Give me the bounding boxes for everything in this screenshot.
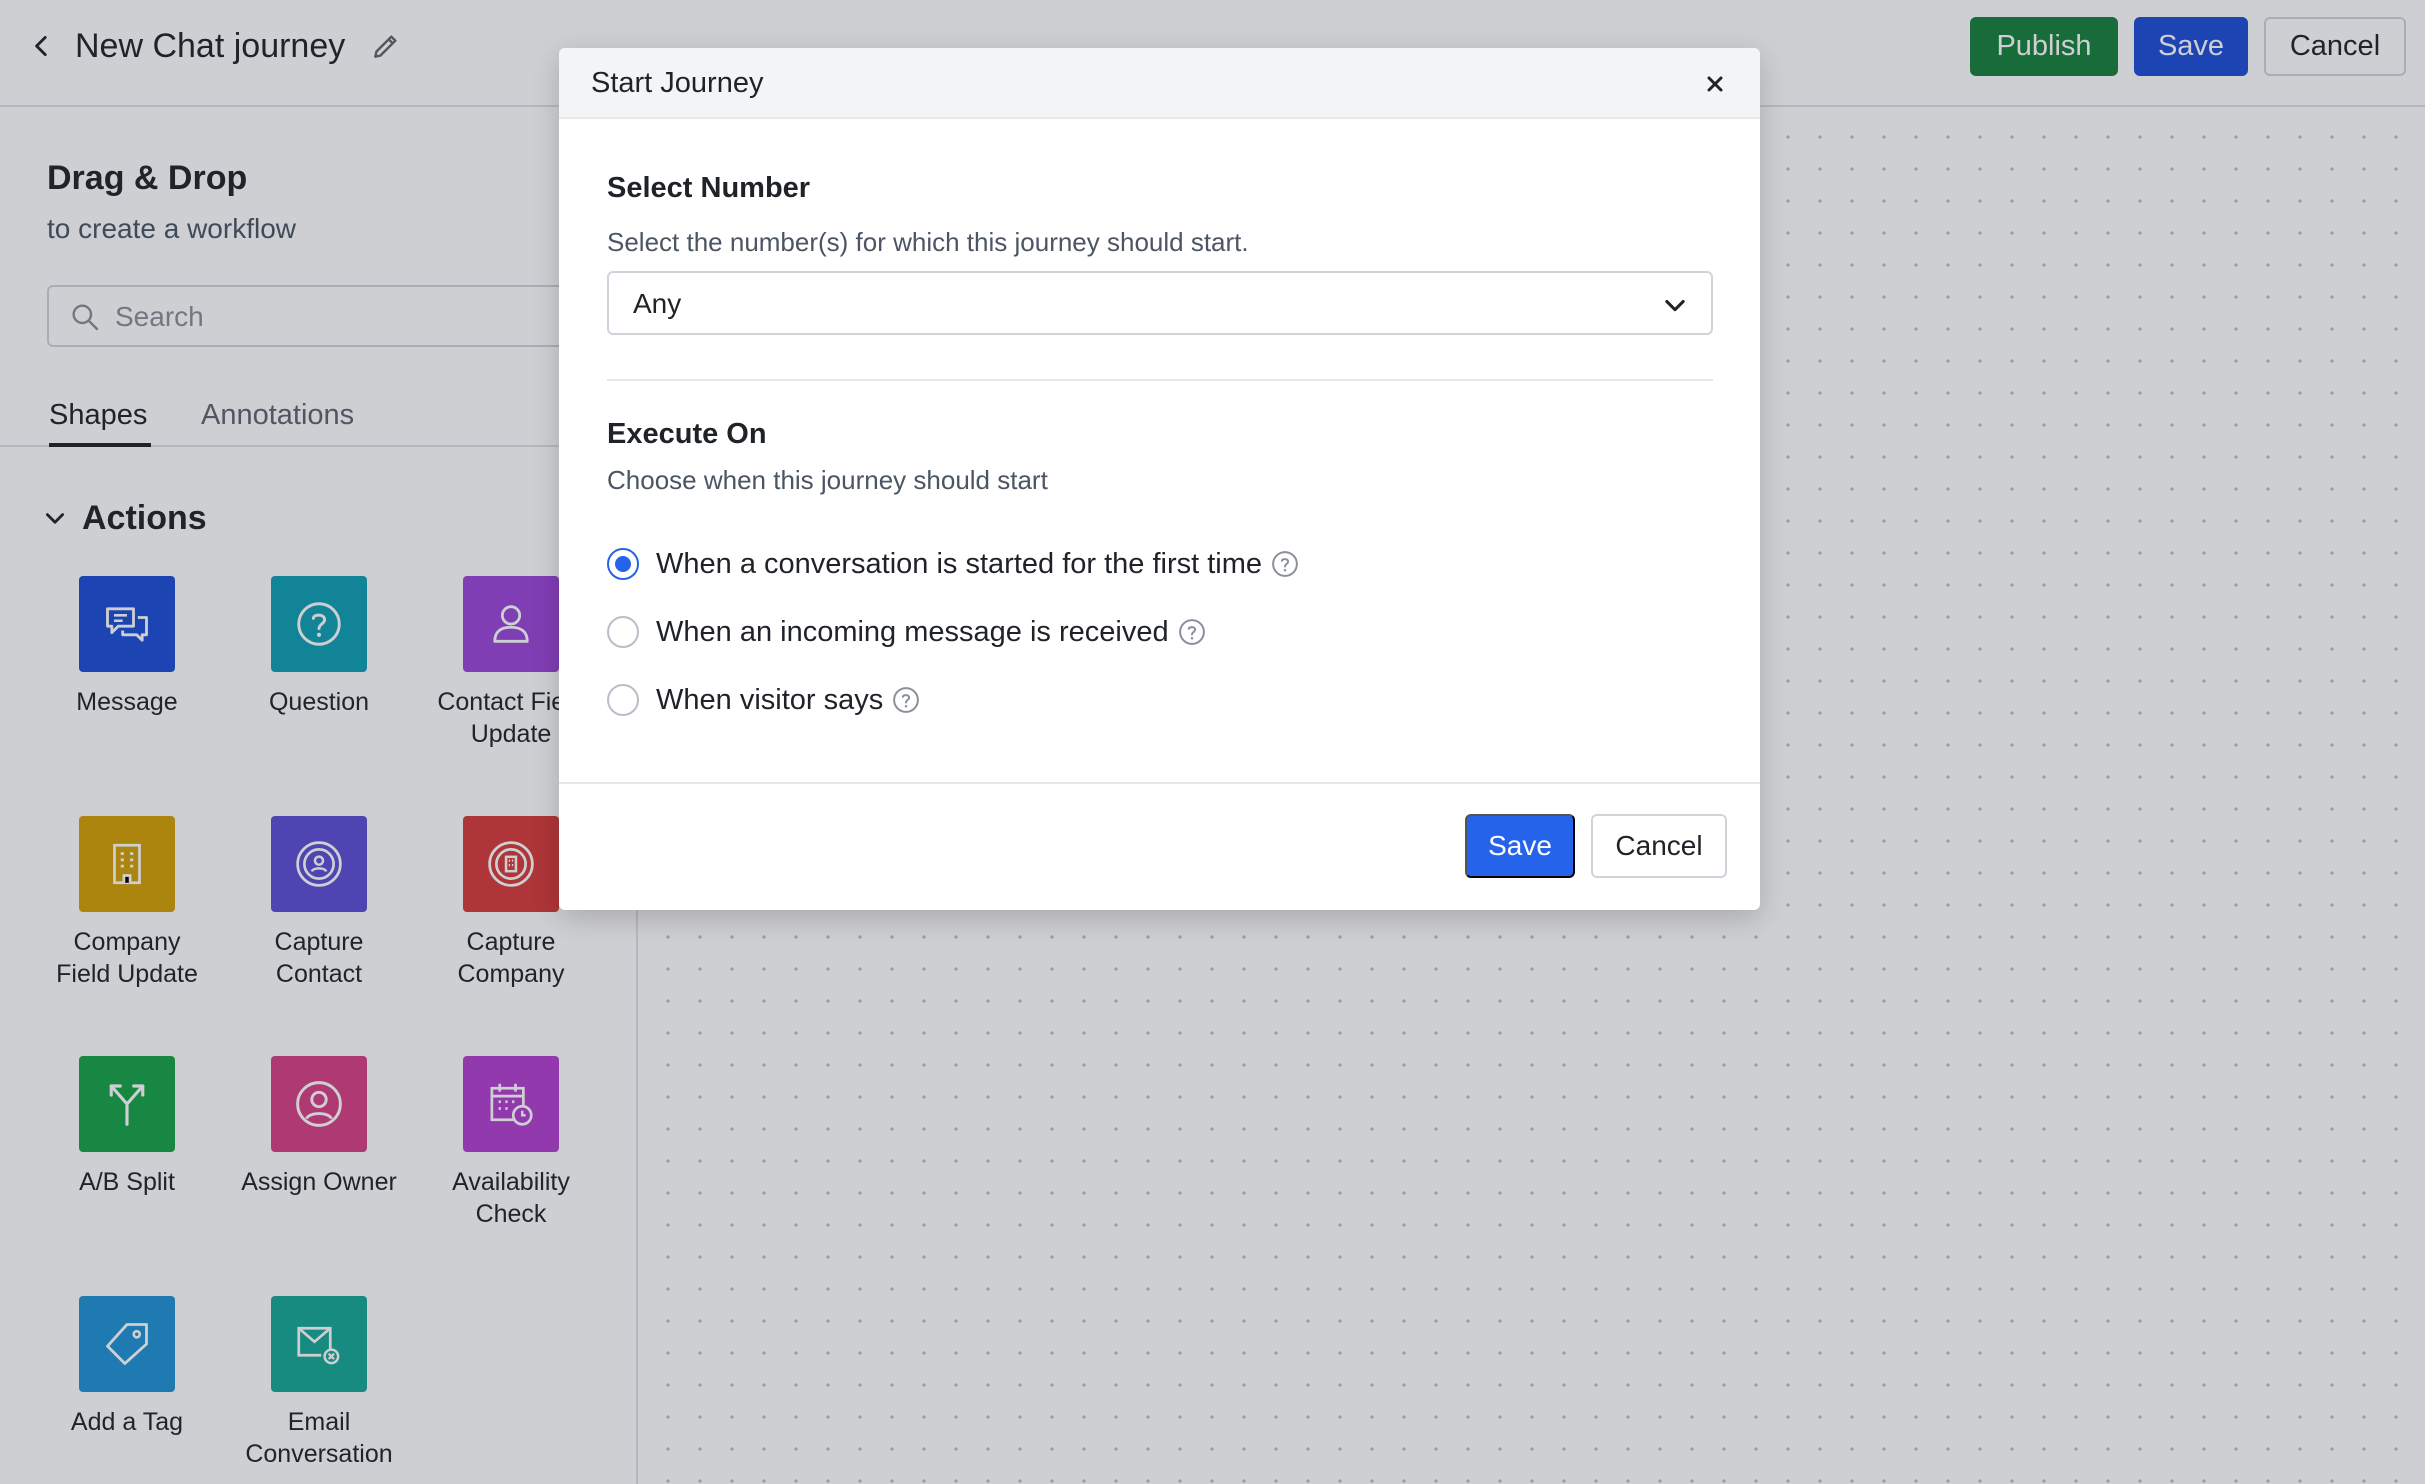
option-incoming-message[interactable]: When an incoming message is received <box>607 612 1207 652</box>
option-label: When visitor says <box>656 683 884 716</box>
radio-button[interactable] <box>607 616 639 648</box>
help-circle-icon[interactable] <box>1270 549 1300 579</box>
modal-save-button[interactable]: Save <box>1465 814 1575 878</box>
execute-on-label: Execute On <box>607 418 767 450</box>
option-first-conversation[interactable]: When a conversation is started for the f… <box>607 544 1300 584</box>
select-number-help: Select the number(s) for which this jour… <box>607 227 1249 257</box>
option-visitor-says[interactable]: When visitor says <box>607 680 921 720</box>
execute-on-help: Choose when this journey should start <box>607 465 1048 495</box>
radio-button[interactable] <box>607 548 639 580</box>
modal-title: Start Journey <box>591 67 764 99</box>
modal-header: Start Journey <box>559 48 1760 119</box>
start-journey-dialog: Start Journey Select Number Select the n… <box>559 48 1760 910</box>
modal-footer: Save Cancel <box>559 782 1760 910</box>
modal-cancel-button[interactable]: Cancel <box>1591 814 1727 878</box>
number-select[interactable]: Any <box>607 271 1713 335</box>
radio-button[interactable] <box>607 684 639 716</box>
close-button[interactable] <box>1697 66 1733 102</box>
option-label: When a conversation is started for the f… <box>656 547 1263 580</box>
help-circle-icon[interactable] <box>1177 617 1207 647</box>
select-number-label: Select Number <box>607 172 811 204</box>
section-divider <box>607 379 1713 381</box>
chevron-down-icon <box>1665 299 1685 312</box>
help-circle-icon[interactable] <box>891 685 921 715</box>
close-icon <box>1707 76 1723 92</box>
option-label: When an incoming message is received <box>656 615 1169 648</box>
number-select-value: Any <box>633 288 682 319</box>
